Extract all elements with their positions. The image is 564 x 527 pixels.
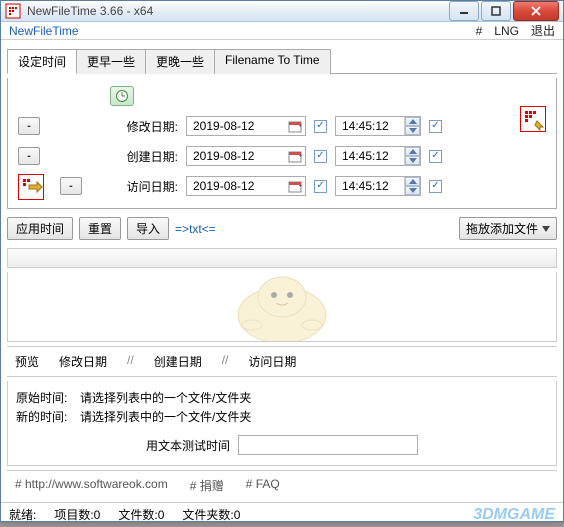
menubar: NewFileTime # LNG 退出 xyxy=(1,22,563,40)
preview-access: 访问日期 xyxy=(248,353,296,370)
label-create: 创建日期: xyxy=(48,148,178,165)
app-icon xyxy=(5,3,21,19)
donate-link[interactable]: # 捐赠 xyxy=(190,477,224,494)
ghost-mascot-icon xyxy=(222,272,342,342)
spinner[interactable] xyxy=(404,117,420,135)
test-time-label: 用文本测试时间 xyxy=(146,437,230,454)
minus-modify[interactable]: - xyxy=(18,117,40,135)
action-toolbar: 应用时间 重置 导入 =>txt<= 拖放添加文件 xyxy=(7,213,557,244)
lng-menu[interactable]: LNG xyxy=(494,24,519,38)
maximize-button[interactable] xyxy=(481,1,511,21)
app-window: NewFileTime 3.66 - x64 NewFileTime # LNG… xyxy=(0,0,564,522)
close-button[interactable] xyxy=(513,1,559,21)
date-access-checkbox[interactable]: ✓ xyxy=(314,180,327,193)
label-access: 访问日期: xyxy=(90,178,178,195)
import-button[interactable]: 导入 xyxy=(127,217,169,240)
status-items: 项目数:0 xyxy=(54,506,100,524)
new-time-value: 请选择列表中的一个文件/文件夹 xyxy=(80,408,251,425)
spinner[interactable] xyxy=(404,177,420,195)
window-title: NewFileTime 3.66 - x64 xyxy=(27,4,447,18)
tab-later[interactable]: 更晚一些 xyxy=(145,49,215,74)
spinner[interactable] xyxy=(404,147,420,165)
status-folders: 文件夹数:0 xyxy=(182,506,240,524)
test-time-input[interactable] xyxy=(238,435,418,455)
info-block: 原始时间: 请选择列表中的一个文件/文件夹 新的时间: 请选择列表中的一个文件/… xyxy=(7,381,557,466)
statusbar: 就绪: 项目数:0 文件数:0 文件夹数:0 3DMGAME xyxy=(1,502,563,527)
date-modify-checkbox[interactable]: ✓ xyxy=(314,120,327,133)
apply-time-button[interactable]: 应用时间 xyxy=(7,217,73,240)
clipboard-icon[interactable] xyxy=(520,106,546,132)
exit-menu[interactable]: 退出 xyxy=(531,22,555,39)
app-name-label[interactable]: NewFileTime xyxy=(9,24,476,38)
minimize-button[interactable] xyxy=(449,1,479,21)
transfer-icon[interactable] xyxy=(18,174,44,200)
preview-row: 预览 修改日期 // 创建日期 // 访问日期 xyxy=(7,346,557,377)
orig-time-value: 请选择列表中的一个文件/文件夹 xyxy=(80,389,251,406)
status-files: 文件数:0 xyxy=(118,506,164,524)
tab-set-time[interactable]: 设定时间 xyxy=(7,49,77,74)
time-modify[interactable]: 14:45:12 xyxy=(335,116,421,136)
orig-time-label: 原始时间: xyxy=(16,389,72,406)
file-list[interactable] xyxy=(7,272,557,342)
status-ready: 就绪: xyxy=(9,506,36,524)
time-modify-checkbox[interactable]: ✓ xyxy=(429,120,442,133)
titlebar[interactable]: NewFileTime 3.66 - x64 xyxy=(1,1,563,22)
txt-link[interactable]: =>txt<= xyxy=(175,222,216,236)
tab-earlier[interactable]: 更早一些 xyxy=(76,49,146,74)
preview-create: 创建日期 xyxy=(154,353,202,370)
reset-button[interactable]: 重置 xyxy=(79,217,121,240)
chevron-down-icon xyxy=(542,226,550,232)
bottom-links: # http://www.softwareok.com # 捐赠 # FAQ xyxy=(7,470,557,496)
calendar-icon[interactable] xyxy=(287,148,303,164)
row-create: - 创建日期: 2019-08-12 ✓ 14:45:12 ✓ xyxy=(18,146,546,166)
website-link[interactable]: # http://www.softwareok.com xyxy=(15,477,168,494)
time-create-checkbox[interactable]: ✓ xyxy=(429,150,442,163)
faq-link[interactable]: # FAQ xyxy=(246,477,280,494)
minus-access[interactable]: - xyxy=(60,177,82,195)
date-modify[interactable]: 2019-08-12 xyxy=(186,116,306,136)
preview-modify: 修改日期 xyxy=(59,353,107,370)
now-button[interactable] xyxy=(110,86,134,106)
row-access: - 访问日期: 2019-08-12 ✓ 14:45:12 ✓ xyxy=(60,176,546,196)
time-create[interactable]: 14:45:12 xyxy=(335,146,421,166)
preview-label: 预览 xyxy=(15,353,39,370)
date-create-checkbox[interactable]: ✓ xyxy=(314,150,327,163)
row-modify: - 修改日期: 2019-08-12 ✓ 14:45:12 ✓ xyxy=(18,116,546,136)
new-time-label: 新的时间: xyxy=(16,408,72,425)
date-create[interactable]: 2019-08-12 xyxy=(186,146,306,166)
calendar-icon[interactable] xyxy=(287,118,303,134)
tab-filename-to-time[interactable]: Filename To Time xyxy=(214,49,330,74)
time-access-checkbox[interactable]: ✓ xyxy=(429,180,442,193)
tabs: 设定时间 更早一些 更晚一些 Filename To Time xyxy=(7,48,557,74)
time-access[interactable]: 14:45:12 xyxy=(335,176,421,196)
drag-add-files-button[interactable]: 拖放添加文件 xyxy=(459,217,557,240)
tab-panel: - 修改日期: 2019-08-12 ✓ 14:45:12 ✓ xyxy=(7,78,557,209)
watermark: 3DMGAME xyxy=(473,506,555,524)
minus-create[interactable]: - xyxy=(18,147,40,165)
list-header[interactable] xyxy=(7,248,557,268)
label-modify: 修改日期: xyxy=(48,118,178,135)
date-access[interactable]: 2019-08-12 xyxy=(186,176,306,196)
hash-menu[interactable]: # xyxy=(476,24,483,38)
calendar-icon[interactable] xyxy=(287,178,303,194)
